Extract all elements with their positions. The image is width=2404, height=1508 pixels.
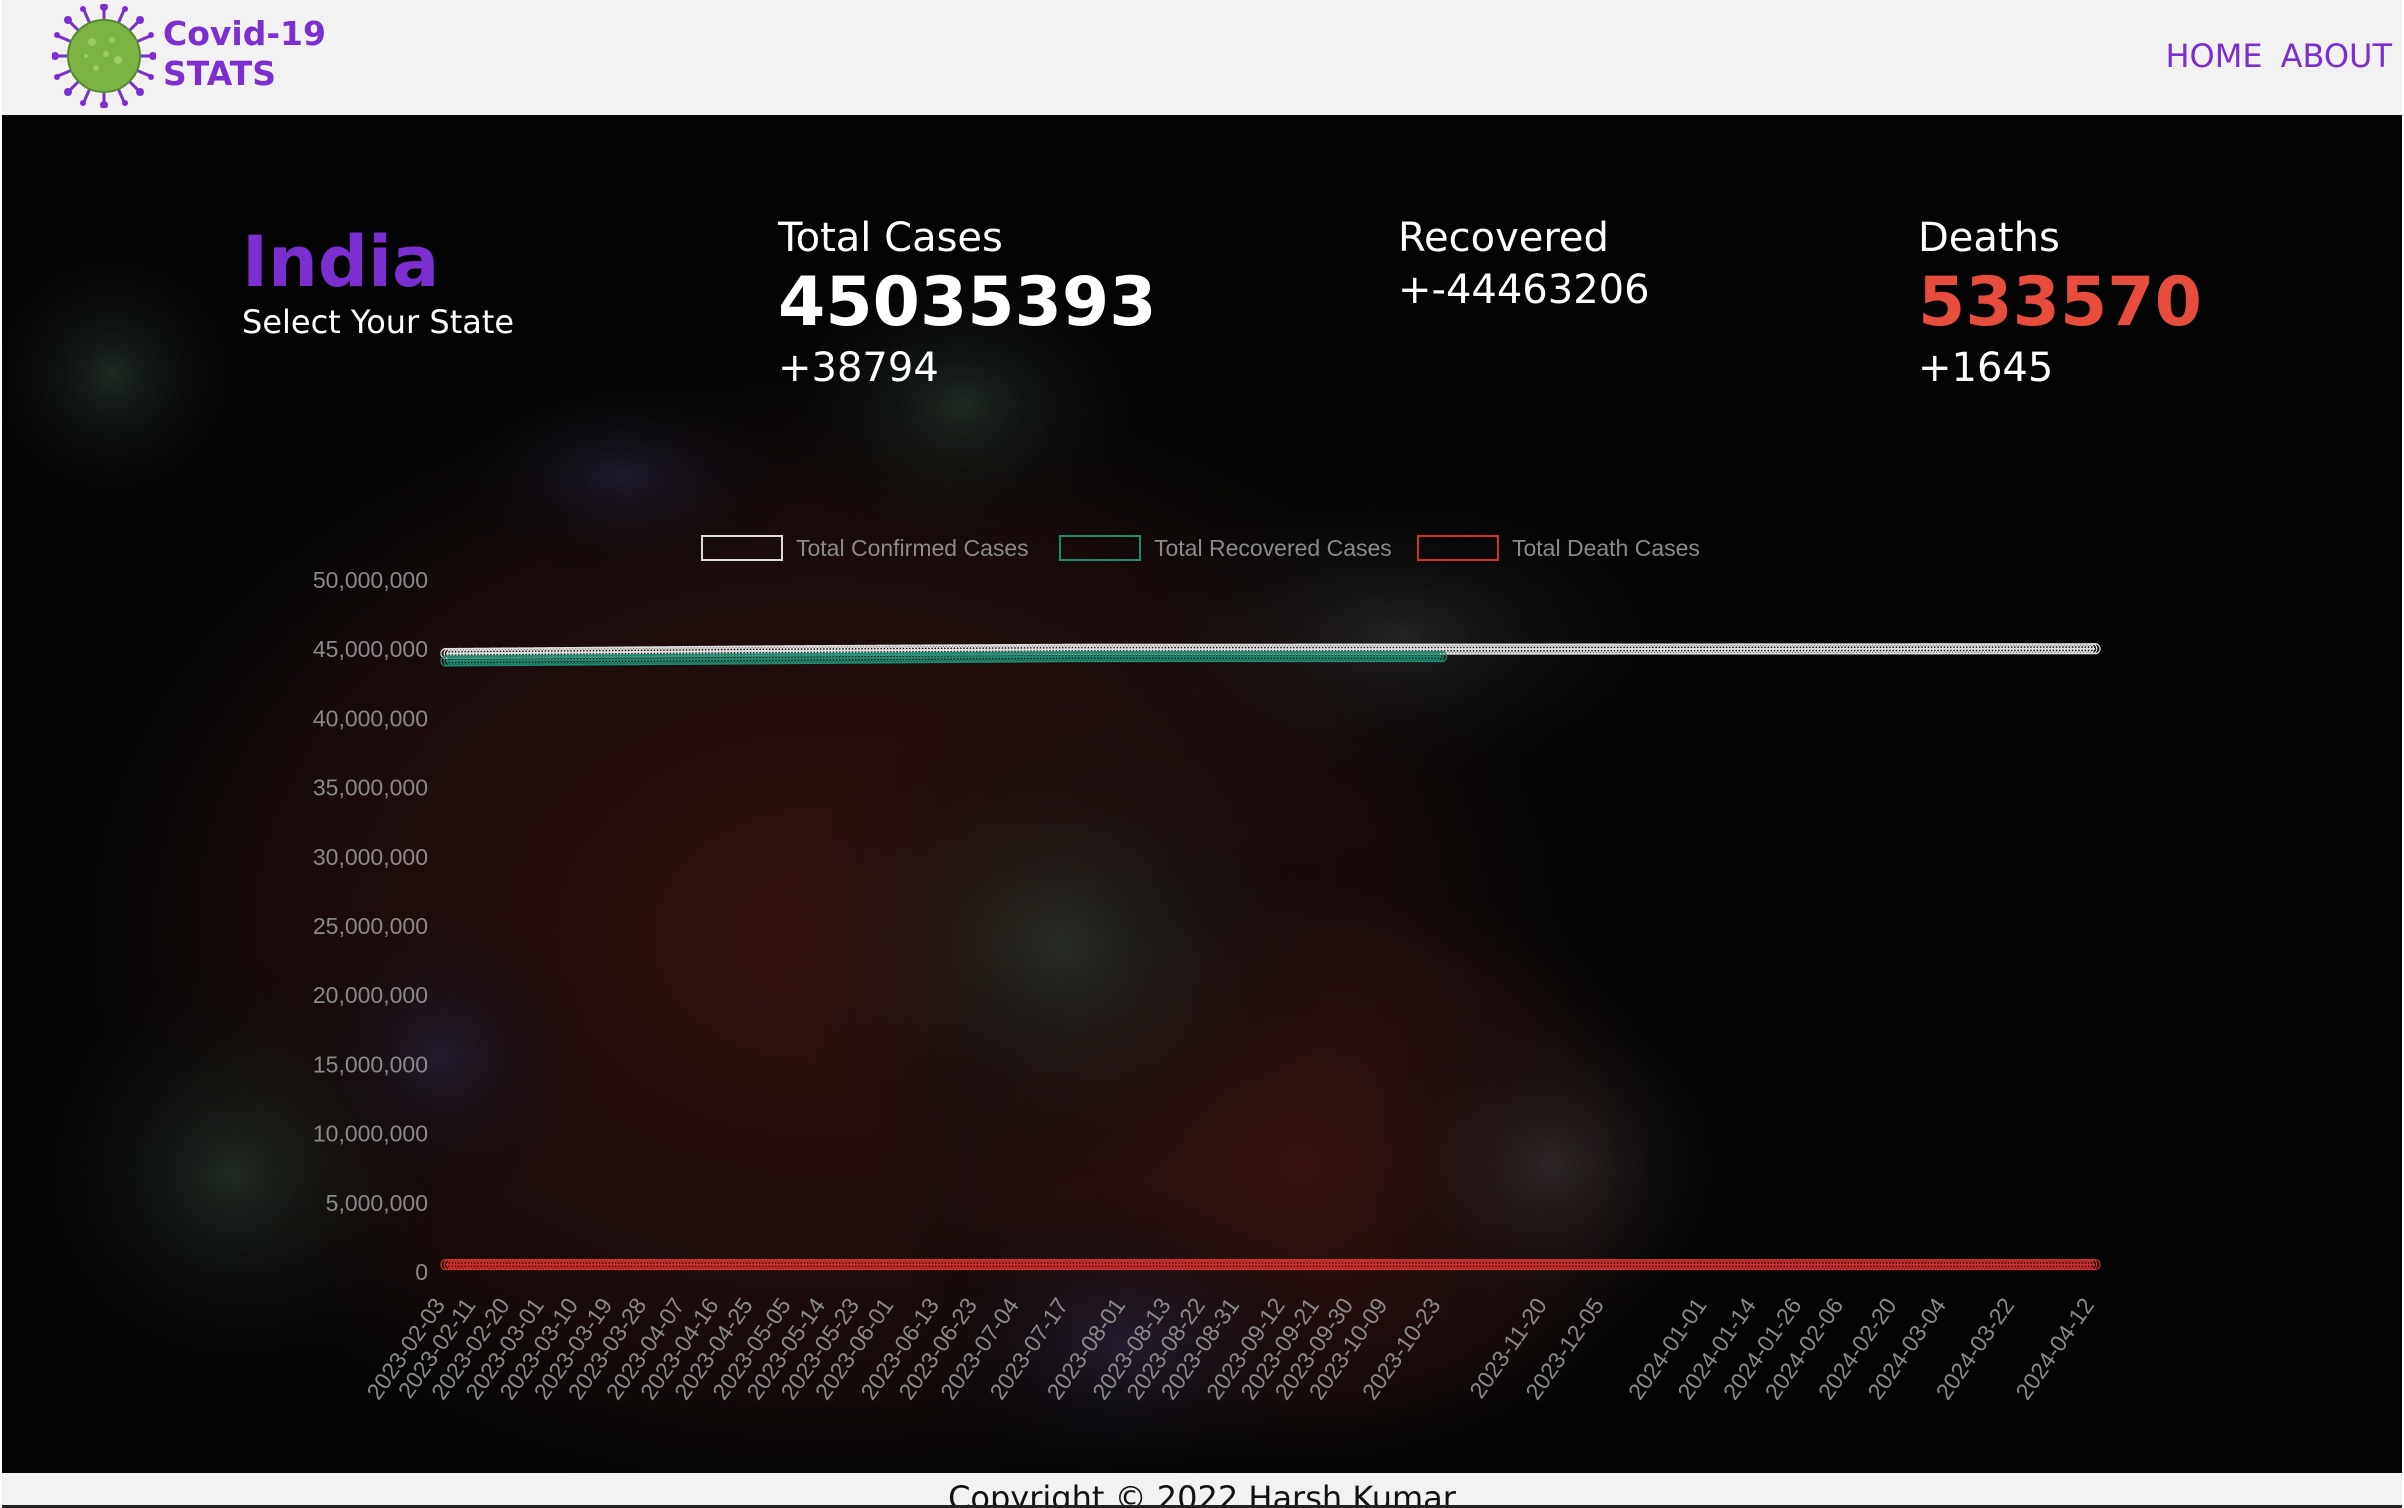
y-tick-label: 5,000,000 bbox=[326, 1190, 428, 1216]
y-tick-label: 25,000,000 bbox=[313, 913, 428, 939]
legend-swatch-2 bbox=[1059, 535, 1141, 561]
x-tick-label: 2024-04-12 bbox=[2010, 1293, 2099, 1404]
covid-line-chart: Total Confirmed Cases Total Recovered Cas… bbox=[313, 535, 2101, 1404]
brand-title[interactable]: Covid-19 STATS bbox=[163, 14, 326, 94]
legend-label-2: Total Recovered Cases bbox=[1154, 535, 1392, 561]
nav-home-link[interactable]: HOME bbox=[2165, 36, 2262, 76]
y-tick-label: 35,000,000 bbox=[313, 775, 428, 801]
y-tick-label: 10,000,000 bbox=[313, 1121, 428, 1147]
brand-line-2: STATS bbox=[163, 54, 276, 93]
legend-swatch-3 bbox=[1417, 535, 1499, 561]
y-tick-label: 15,000,000 bbox=[313, 1051, 428, 1077]
brand-line-1: Covid-19 bbox=[163, 14, 326, 53]
footer: Copyright © 2022 Harsh Kumar bbox=[2, 1473, 2402, 1508]
legend-label-3: Total Death Cases bbox=[1512, 535, 1700, 561]
copyright-text: Copyright © 2022 Harsh Kumar bbox=[948, 1479, 1456, 1508]
hero-section: India Select Your State Total Cases 4503… bbox=[2, 115, 2402, 1473]
legend-swatch-1 bbox=[701, 535, 783, 561]
nav-about-link[interactable]: ABOUT bbox=[2281, 36, 2392, 76]
y-tick-label: 30,000,000 bbox=[313, 844, 428, 870]
y-tick-label: 45,000,000 bbox=[313, 636, 428, 662]
virus-logo-icon[interactable] bbox=[51, 3, 157, 109]
y-tick-label: 0 bbox=[415, 1259, 428, 1285]
y-tick-label: 40,000,000 bbox=[313, 705, 428, 731]
navbar: Covid-19 STATS HOME ABOUT bbox=[2, 0, 2402, 115]
y-tick-label: 50,000,000 bbox=[313, 567, 428, 593]
y-tick-label: 20,000,000 bbox=[313, 982, 428, 1008]
nav-links: HOME ABOUT bbox=[2165, 36, 2392, 76]
legend-label-1: Total Confirmed Cases bbox=[796, 535, 1029, 561]
